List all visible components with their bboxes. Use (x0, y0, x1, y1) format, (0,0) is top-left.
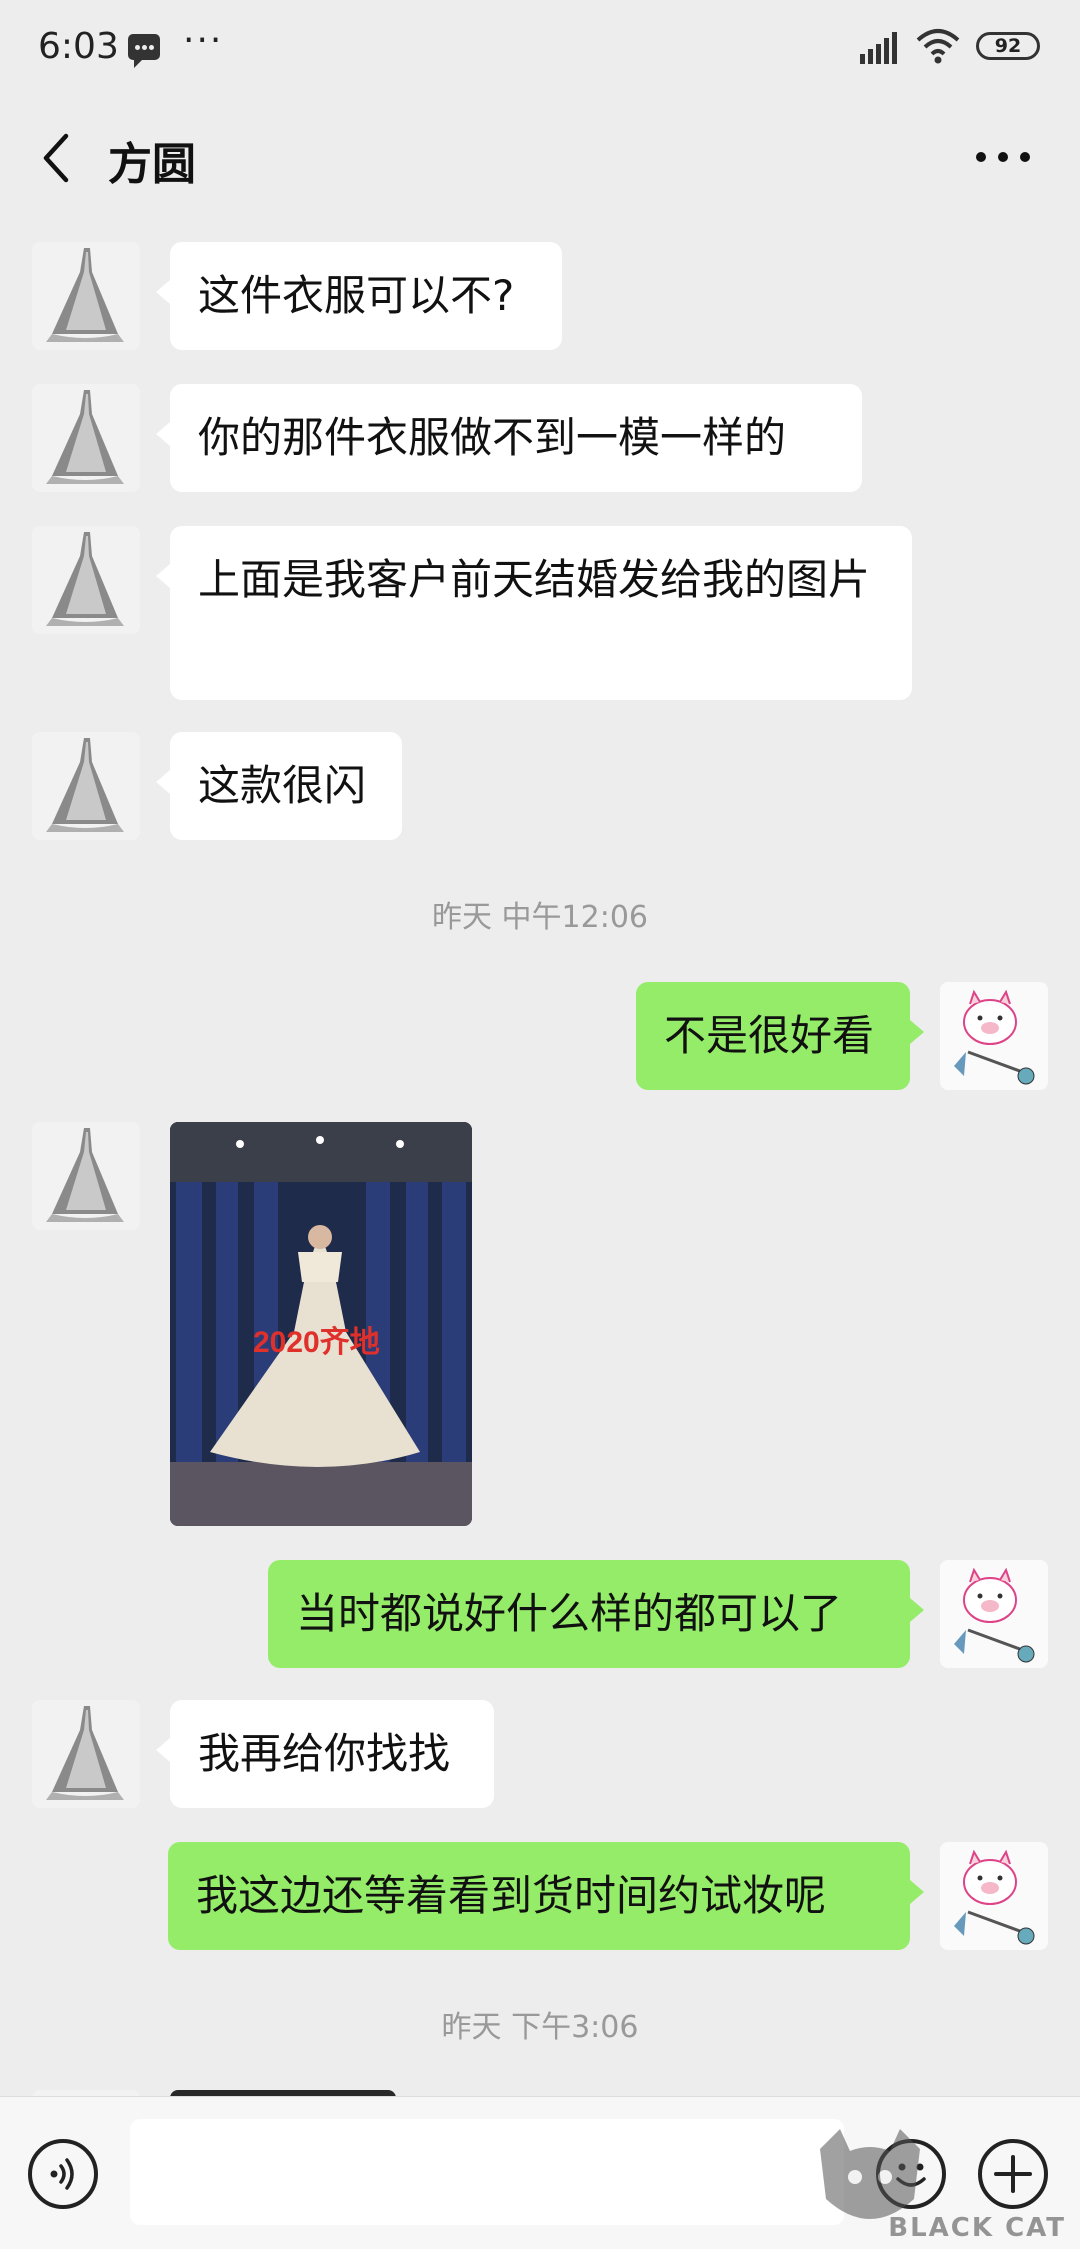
chat-header: 方圆 (0, 100, 1080, 218)
status-time: 6:03 (38, 26, 119, 67)
contact-avatar[interactable] (32, 526, 140, 634)
voice-icon (50, 2158, 74, 2190)
more-notifications-icon: ··· (183, 20, 224, 61)
contact-avatar[interactable] (32, 1122, 140, 1230)
signal-icon (860, 32, 897, 64)
contact-avatar[interactable] (32, 242, 140, 350)
watermark: BLACK CAT (810, 2129, 1080, 2249)
timestamp: 昨天 下午3:06 (441, 2010, 639, 2045)
battery-indicator: 92 (976, 32, 1040, 60)
incoming-message[interactable]: 我再给你找找 (156, 1700, 494, 1808)
user-avatar[interactable] (940, 982, 1048, 1090)
outgoing-message[interactable]: 我这边还等着看到货时间约试妆呢 (168, 1842, 924, 1950)
message-input[interactable] (130, 2119, 844, 2225)
contact-avatar[interactable] (32, 1700, 140, 1808)
back-icon[interactable] (36, 130, 80, 186)
wifi-icon (916, 29, 960, 64)
message-list[interactable]: 这件衣服可以不? 你的那件衣服做不到一模一样的 上面是我客户前天结婚发给我的图片… (0, 218, 1080, 2096)
chat-title: 方圆 (108, 139, 196, 190)
watermark-text: BLACK CAT (888, 2213, 1066, 2243)
voice-input-button[interactable] (28, 2139, 98, 2209)
incoming-message[interactable]: 这件衣服可以不? (156, 242, 562, 350)
incoming-message[interactable]: 你的那件衣服做不到一模一样的 (156, 384, 862, 492)
contact-avatar[interactable] (32, 384, 140, 492)
image-message[interactable]: 2020齐地 (170, 1122, 472, 1526)
contact-avatar[interactable] (32, 732, 140, 840)
input-bar: BLACK CAT (0, 2096, 1080, 2249)
incoming-message[interactable]: 上面是我客户前天结婚发给我的图片 (156, 526, 912, 700)
status-bar: 6:03 ··· 92 (0, 0, 1080, 100)
photo-watermark-text: 2020齐地 (253, 1326, 380, 1359)
timestamp: 昨天 中午12:06 (432, 900, 648, 935)
message-notification-icon (128, 34, 160, 68)
more-options-icon[interactable] (976, 152, 1030, 164)
outgoing-message[interactable]: 不是很好看 (636, 982, 924, 1090)
user-avatar[interactable] (940, 1842, 1048, 1950)
incoming-message[interactable]: 这款很闪 (156, 732, 402, 840)
outgoing-message[interactable]: 当时都说好什么样的都可以了 (268, 1560, 924, 1668)
user-avatar[interactable] (940, 1560, 1048, 1668)
